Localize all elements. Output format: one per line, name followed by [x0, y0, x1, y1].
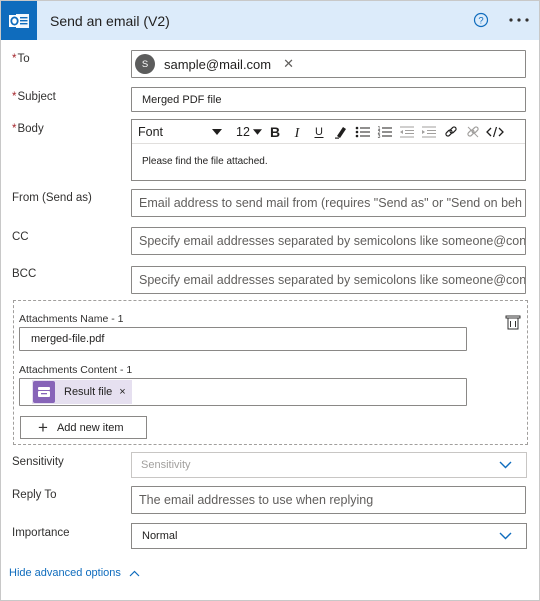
decrease-indent-icon[interactable]: [396, 120, 418, 144]
bulleted-list-icon[interactable]: [352, 120, 374, 144]
svg-text:?: ?: [478, 16, 483, 27]
highlighter-icon[interactable]: [330, 120, 352, 144]
required-mark: *: [12, 53, 17, 65]
body-label-text: Body: [17, 123, 44, 135]
dynamic-content-token[interactable]: Result file ×: [32, 380, 132, 404]
dataverse-icon: [33, 381, 55, 403]
attachments-content-label: Attachments Content - 1: [19, 364, 133, 376]
recipient-email: sample@mail.com: [164, 56, 272, 72]
card-header[interactable]: Send an email (V2) ?: [1, 1, 539, 40]
reply-to-placeholder: The email addresses to use when replying: [139, 493, 374, 507]
token-label: Result file: [64, 386, 113, 398]
caret-down-icon: [212, 128, 222, 135]
attachments-content-field[interactable]: Result file ×: [19, 378, 467, 406]
add-new-item-button[interactable]: + Add new item: [20, 416, 147, 439]
from-placeholder: Email address to send mail from (require…: [139, 196, 522, 210]
numbered-list-icon[interactable]: 123: [374, 120, 396, 144]
required-mark: *: [12, 91, 17, 103]
bold-icon[interactable]: B: [264, 120, 286, 144]
cc-placeholder: Specify email addresses separated by sem…: [139, 234, 526, 248]
underline-icon[interactable]: U: [308, 120, 330, 144]
body-editor[interactable]: Font 12 B I U 123 Please find the file a…: [131, 119, 526, 181]
svg-text:B: B: [270, 125, 280, 139]
attachments-name-field[interactable]: merged-file.pdf: [19, 327, 467, 351]
remove-token-icon[interactable]: ×: [119, 386, 125, 398]
sensitivity-label: Sensitivity: [12, 456, 64, 468]
link-icon[interactable]: [440, 120, 462, 144]
subject-label: *Subject: [12, 91, 56, 103]
from-label: From (Send as): [12, 192, 92, 204]
svg-text:U: U: [315, 126, 323, 138]
delete-item-icon[interactable]: [505, 315, 521, 330]
bcc-label: BCC: [12, 268, 37, 280]
avatar: S: [135, 54, 155, 74]
svg-text:I: I: [294, 126, 301, 139]
add-new-item-label: Add new item: [56, 421, 124, 434]
subject-field[interactable]: Merged PDF file: [131, 87, 526, 112]
sensitivity-select[interactable]: Sensitivity: [131, 452, 527, 478]
increase-indent-icon[interactable]: [418, 120, 440, 144]
required-mark: *: [12, 123, 17, 135]
sensitivity-placeholder: Sensitivity: [141, 459, 191, 471]
caret-down-icon: [253, 128, 262, 135]
attachments-name-value: merged-file.pdf: [31, 333, 105, 345]
font-size-value: 12: [236, 124, 250, 139]
from-field[interactable]: Email address to send mail from (require…: [131, 189, 526, 217]
attachments-name-label: Attachments Name - 1: [19, 313, 124, 325]
hide-advanced-options-label: Hide advanced options: [9, 567, 121, 579]
reply-to-field[interactable]: The email addresses to use when replying: [131, 486, 526, 514]
bcc-field[interactable]: Specify email addresses separated by sem…: [131, 266, 526, 294]
recipient-token: S sample@mail.com ✕: [135, 53, 294, 75]
importance-label: Importance: [12, 527, 70, 539]
unlink-icon[interactable]: [462, 120, 484, 144]
subject-label-text: Subject: [17, 91, 56, 103]
outlook-icon: [1, 1, 37, 40]
editor-toolbar: Font 12 B I U 123: [132, 120, 525, 144]
svg-text:3: 3: [378, 134, 381, 139]
body-label: *Body: [12, 123, 44, 135]
importance-value: Normal: [142, 530, 178, 542]
hide-advanced-options-link[interactable]: Hide advanced options: [9, 567, 140, 579]
chevron-up-icon: [129, 570, 140, 576]
chevron-down-icon: [499, 532, 512, 540]
attachments-group: Attachments Name - 1 merged-file.pdf Att…: [13, 300, 528, 445]
action-title: Send an email (V2): [50, 12, 170, 29]
to-label: *To: [12, 53, 30, 65]
cc-field[interactable]: Specify email addresses separated by sem…: [131, 227, 526, 255]
cc-label: CC: [12, 231, 29, 243]
chevron-down-icon: [499, 461, 512, 469]
send-email-action-card: Send an email (V2) ? *To S sample@mail.c…: [0, 0, 540, 601]
remove-recipient-icon[interactable]: ✕: [283, 56, 294, 72]
italic-icon[interactable]: I: [286, 120, 308, 144]
body-content[interactable]: Please find the file attached.: [142, 156, 268, 167]
importance-select[interactable]: Normal: [131, 523, 527, 549]
to-label-text: To: [17, 53, 30, 65]
subject-value: Merged PDF file: [142, 93, 222, 106]
plus-icon: +: [38, 418, 48, 437]
font-size-select[interactable]: 12: [228, 120, 264, 144]
code-view-icon[interactable]: [484, 120, 506, 144]
bcc-placeholder: Specify email addresses separated by sem…: [139, 273, 526, 287]
font-family-value: Font: [138, 124, 164, 139]
help-circle-icon[interactable]: ?: [473, 12, 489, 28]
more-ellipsis-icon[interactable]: [507, 12, 531, 28]
to-field[interactable]: S sample@mail.com ✕: [131, 50, 526, 78]
reply-to-label: Reply To: [12, 489, 57, 501]
font-family-select[interactable]: Font: [132, 120, 228, 144]
